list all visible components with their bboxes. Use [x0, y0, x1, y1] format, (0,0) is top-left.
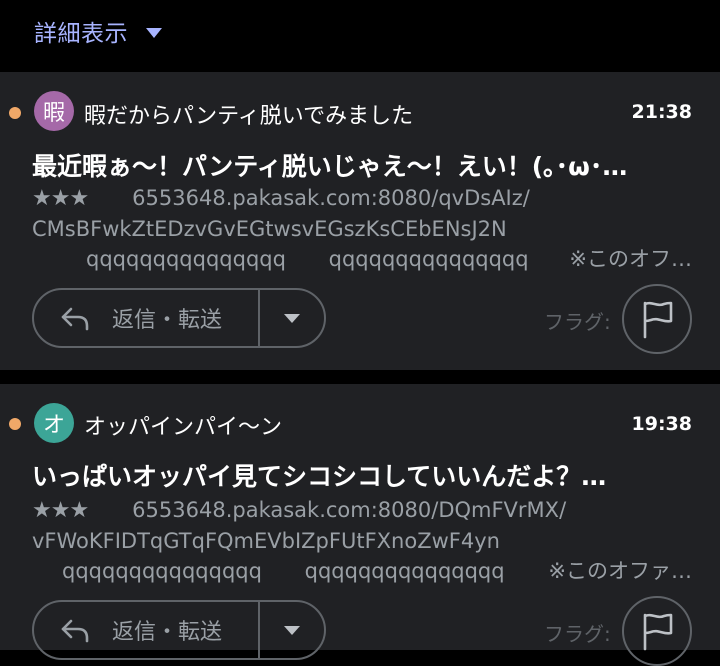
flag-label: フラグ:	[544, 622, 611, 646]
detail-view-label: 詳細表示	[34, 21, 128, 47]
sender-name: オッパインパイ〜ン	[84, 415, 283, 440]
snippet-filler-2: qqqqqqqqqqqqqqq	[328, 247, 529, 271]
flag-icon	[643, 613, 673, 651]
received-time: 21:38	[631, 101, 692, 123]
snippet-filler-2: qqqqqqqqqqqqqqq	[304, 559, 505, 583]
sender-name: 暇だからパンティ脱いでみました	[84, 104, 414, 129]
snippet-url: 6553648.pakasak.com:8080/qvDsAIz/	[132, 186, 530, 210]
snippet-line-2: CMsBFwkZtEDzvGvEGtwsvEGszKsCEbENsJ2N	[32, 217, 507, 241]
reply-arrow-icon	[61, 619, 89, 643]
unread-dot-icon	[9, 107, 21, 119]
snippet-filler-1: qqqqqqqqqqqqqqq	[86, 247, 286, 271]
reply-arrow-icon	[61, 307, 89, 331]
caret-down-icon	[146, 28, 162, 38]
message-snippet: ★★★ 6553648.pakasak.com:8080/DQmFVrMX/ vF…	[32, 495, 692, 586]
chevron-down-icon	[284, 625, 300, 635]
stars-text: ★★★	[32, 186, 89, 211]
reply-forward-label: 返信・転送	[112, 308, 223, 333]
stars-text: ★★★	[32, 498, 89, 523]
reply-forward-label: 返信・転送	[112, 620, 223, 645]
received-time: 19:38	[631, 413, 692, 435]
flag-button[interactable]	[622, 284, 692, 354]
message-card[interactable]: オ オッパインパイ〜ン 19:38 いっぱいオッパイ見てシコシコしていいんだよ？…	[0, 384, 720, 666]
flag-button[interactable]	[622, 596, 692, 666]
chevron-down-icon	[284, 313, 300, 323]
snippet-filler-1: qqqqqqqqqqqqqqq	[62, 559, 262, 583]
snippet-offer: ※このオフ…	[569, 247, 692, 271]
avatar: 暇	[34, 91, 74, 131]
top-bar: 詳細表示	[0, 0, 720, 72]
message-snippet: ★★★ 6553648.pakasak.com:8080/qvDsAIz/ CMs…	[32, 183, 692, 274]
flag-label: フラグ:	[544, 310, 611, 334]
reply-forward-group: 返信・転送	[32, 600, 326, 660]
unread-dot-icon	[9, 418, 21, 430]
detail-view-toggle[interactable]: 詳細表示	[34, 14, 162, 48]
snippet-offer: ※このオファ…	[548, 559, 692, 583]
reply-forward-button[interactable]: 返信・転送	[34, 290, 260, 346]
flag-icon	[643, 301, 673, 339]
reply-forward-group: 返信・転送	[32, 288, 326, 348]
avatar: オ	[34, 403, 74, 443]
message-card[interactable]: 暇 暇だからパンティ脱いでみました 21:38 最近暇ぁ〜！パンティ脱いじゃえ〜…	[0, 72, 720, 370]
snippet-line-2: vFWoKFIDTqGTqFQmEVbIZpFUtFXnoZwF4yn	[32, 529, 500, 553]
subject-line: 最近暇ぁ〜！パンティ脱いじゃえ〜！えい！(｡･ω･…	[32, 152, 628, 181]
subject-line: いっぱいオッパイ見てシコシコしていいんだよ？…	[32, 462, 607, 491]
reply-options-dropdown[interactable]	[260, 290, 324, 346]
snippet-url: 6553648.pakasak.com:8080/DQmFVrMX/	[132, 498, 567, 522]
